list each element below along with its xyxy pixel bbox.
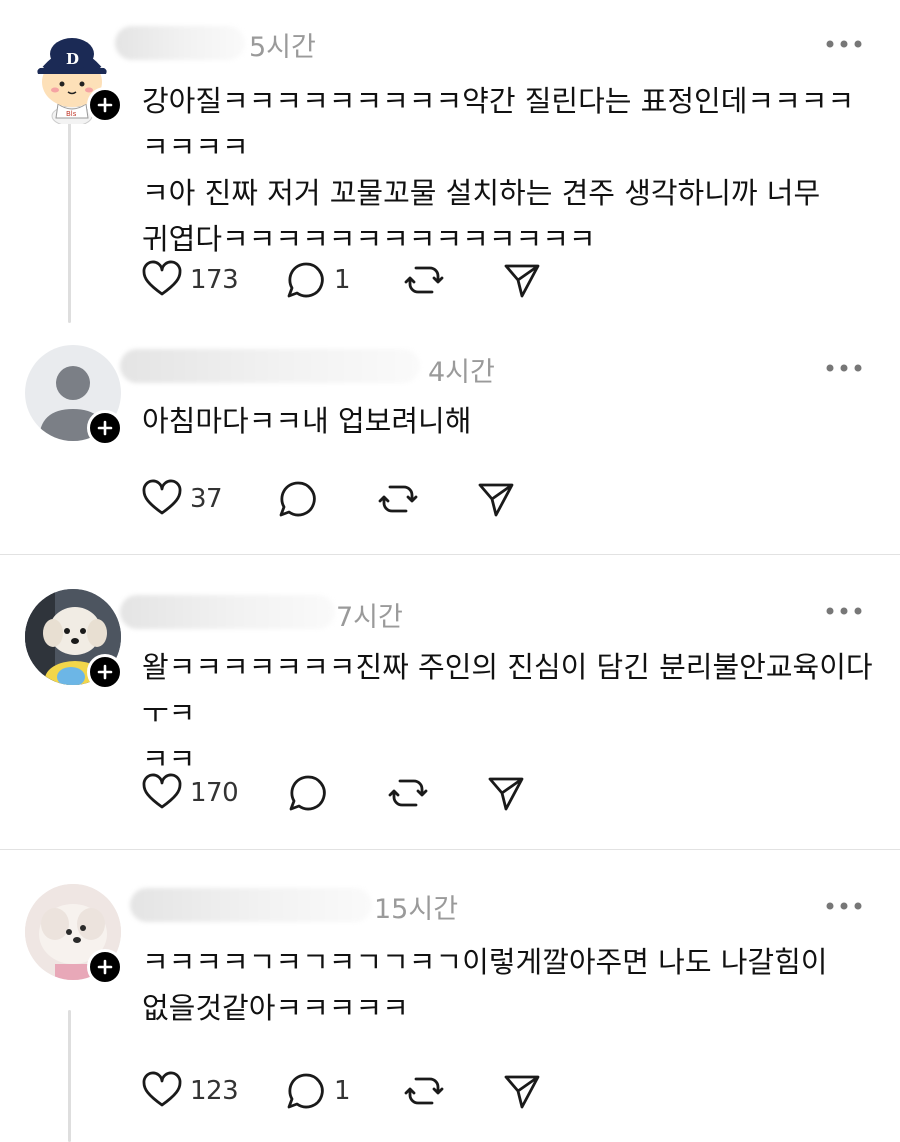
plus-icon bbox=[97, 420, 113, 436]
blurred-username[interactable] bbox=[130, 888, 372, 922]
like-button[interactable]: 173 bbox=[140, 258, 239, 302]
post-2: 4시간 아침마다ㅋㅋ내 업보려니해 37 bbox=[0, 335, 900, 555]
post-4: 15시간 ㅋㅋㅋㅋㄱㅋㄱㅋㄱㄱㅋㄱ이렇게깔아주면 나도 나갈힘이 없을것같아ㅋㅋ… bbox=[0, 850, 900, 1142]
like-count: 170 bbox=[190, 778, 239, 808]
send-icon bbox=[488, 777, 524, 811]
post-text: 왈ㅋㅋㅋㅋㅋㅋㅋ진짜 주인의 진심이 담긴 분리불안교육이다ㅜㅋ ㅋㅋ bbox=[142, 650, 873, 776]
like-count: 123 bbox=[190, 1076, 239, 1106]
post-3: 7시간 왈ㅋㅋㅋㅋㅋㅋㅋ진짜 주인의 진심이 담긴 분리불안교육이다ㅜㅋ ㅋㅋ … bbox=[0, 555, 900, 849]
post-time: 7시간 bbox=[336, 602, 403, 633]
comment-icon bbox=[289, 775, 326, 811]
post-time: 4시간 bbox=[428, 357, 495, 388]
heart-icon bbox=[142, 260, 182, 296]
repost-button[interactable] bbox=[386, 771, 430, 815]
post-1: Bls D 5시간 강아질ㅋㅋㅋㅋㅋㅋㅋㅋㅋ약간 질린다는 표정인데ㅋㅋㅋㅋㅋㅋ… bbox=[0, 0, 900, 335]
share-button[interactable] bbox=[484, 771, 528, 815]
repost-icon bbox=[378, 485, 418, 513]
repost-button[interactable] bbox=[402, 1069, 446, 1113]
heart-icon bbox=[142, 479, 182, 515]
plus-icon bbox=[97, 97, 113, 113]
comment-icon bbox=[287, 262, 324, 298]
thread-line bbox=[68, 1010, 71, 1142]
repost-icon bbox=[388, 779, 428, 807]
more-options-icon[interactable] bbox=[824, 362, 864, 374]
like-button[interactable]: 123 bbox=[140, 1069, 239, 1113]
post-text: 강아질ㅋㅋㅋㅋㅋㅋㅋㅋㅋ약간 질린다는 표정인데ㅋㅋㅋㅋㅋㅋㅋㅋ ㅋ아 진짜 저… bbox=[142, 84, 855, 256]
like-count: 37 bbox=[190, 484, 223, 514]
thread-line bbox=[68, 118, 71, 323]
comment-icon bbox=[287, 1073, 324, 1109]
more-options-icon[interactable] bbox=[824, 38, 864, 50]
comment-icon bbox=[279, 481, 316, 517]
reply-button[interactable] bbox=[286, 771, 330, 815]
repost-icon bbox=[404, 1077, 444, 1105]
follow-plus-button[interactable] bbox=[87, 654, 123, 690]
heart-icon bbox=[142, 1071, 182, 1107]
reply-button[interactable] bbox=[276, 477, 320, 521]
like-button[interactable]: 37 bbox=[140, 477, 223, 521]
follow-plus-button[interactable] bbox=[87, 949, 123, 985]
more-options-icon[interactable] bbox=[824, 900, 864, 912]
share-button[interactable] bbox=[474, 477, 518, 521]
follow-plus-button[interactable] bbox=[87, 87, 123, 123]
svg-text:D: D bbox=[66, 50, 79, 68]
reply-button[interactable]: 1 bbox=[284, 258, 351, 302]
send-icon bbox=[504, 1075, 540, 1109]
like-count: 173 bbox=[190, 265, 239, 295]
blurred-username[interactable] bbox=[120, 595, 335, 629]
post-text: 아침마다ㅋㅋ내 업보려니해 bbox=[142, 404, 472, 438]
svg-text:Bls: Bls bbox=[66, 110, 77, 118]
repost-button[interactable] bbox=[376, 477, 420, 521]
more-options-icon[interactable] bbox=[824, 605, 864, 617]
share-button[interactable] bbox=[500, 258, 544, 302]
post-time: 5시간 bbox=[249, 32, 316, 63]
blurred-username[interactable] bbox=[120, 349, 420, 383]
follow-plus-button[interactable] bbox=[87, 410, 123, 446]
post-text: ㅋㅋㅋㅋㄱㅋㄱㅋㄱㄱㅋㄱ이렇게깔아주면 나도 나갈힘이 없을것같아ㅋㅋㅋㅋㅋ bbox=[142, 945, 828, 1025]
send-icon bbox=[504, 264, 540, 298]
heart-icon bbox=[142, 773, 182, 809]
share-button[interactable] bbox=[500, 1069, 544, 1113]
plus-icon bbox=[97, 664, 113, 680]
reply-count: 1 bbox=[334, 265, 351, 295]
reply-button[interactable]: 1 bbox=[284, 1069, 351, 1113]
blurred-username[interactable] bbox=[115, 26, 245, 60]
post-time: 15시간 bbox=[374, 894, 459, 925]
send-icon bbox=[478, 483, 514, 517]
plus-icon bbox=[97, 959, 113, 975]
reply-count: 1 bbox=[334, 1076, 351, 1106]
repost-icon bbox=[404, 266, 444, 294]
repost-button[interactable] bbox=[402, 258, 446, 302]
like-button[interactable]: 170 bbox=[140, 771, 239, 815]
